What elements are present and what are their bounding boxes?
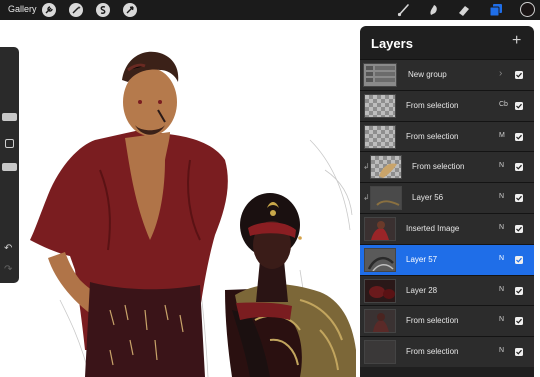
layer-thumbnail [364,93,396,118]
layer-thumbnail [364,124,396,149]
clipping-mask-icon: ↲ [363,162,370,172]
layer-thumbnail [364,340,396,365]
layer-row[interactable]: From selection M [360,120,534,152]
undo-icon[interactable]: ↶ [4,243,12,254]
redo-icon[interactable]: ↷ [4,264,12,275]
blend-mode-label[interactable]: N [499,286,504,293]
eraser-icon[interactable] [456,2,472,18]
blend-mode-label[interactable]: N [499,162,504,169]
layer-visibility-checkbox[interactable] [515,255,523,264]
layer-row[interactable]: From selection Cb [360,89,534,121]
layer-name: Layer 57 [406,254,438,264]
top-toolbar: Gallery [0,0,540,20]
layer-thumbnail [364,247,396,272]
layer-thumbnail [363,63,397,87]
left-sidebar: ↶ ↷ [0,47,19,283]
blend-mode-label[interactable]: N [499,316,504,323]
layer-row[interactable]: From selection N [360,305,534,337]
blend-mode-label[interactable]: N [499,193,504,200]
transform-icon[interactable] [123,3,137,17]
blend-mode-label[interactable]: Cb [499,101,508,108]
smudge-icon[interactable] [426,2,442,18]
layer-thumbnail [364,216,396,241]
layer-visibility-checkbox[interactable] [515,317,523,326]
layer-visibility-checkbox[interactable] [515,194,523,203]
layer-name: Inserted Image [406,223,460,233]
layer-visibility-checkbox[interactable] [515,224,523,233]
layers-panel: Layers + New group › From selection Cb F… [360,26,534,377]
layer-name: Layer 28 [406,285,438,295]
layer-visibility-checkbox[interactable] [515,71,523,79]
clipping-mask-icon: ↲ [363,193,370,203]
blend-mode-label[interactable]: N [499,255,504,262]
layer-visibility-checkbox[interactable] [515,348,523,357]
layer-name: Layer 56 [412,193,444,203]
layer-row-selected[interactable]: Layer 57 N [360,243,534,275]
blend-mode-label[interactable]: M [499,132,505,139]
add-layer-button[interactable]: + [512,32,521,50]
layer-thumbnail [370,186,402,211]
layer-thumbnail [370,155,402,180]
opacity-slider[interactable] [2,163,17,171]
layer-visibility-checkbox[interactable] [515,163,523,172]
layer-name: New group [408,70,447,79]
layers-list: New group › From selection Cb From selec… [360,59,534,367]
magic-wand-icon[interactable] [69,3,83,17]
color-swatch[interactable] [520,2,535,17]
blend-mode-label[interactable]: N [499,347,504,354]
layer-thumbnail [364,309,396,334]
layer-thumbnail [364,278,396,303]
layer-name: From selection [412,162,465,172]
layer-name: From selection [406,347,459,357]
chevron-right-icon[interactable]: › [499,68,502,79]
selection-icon[interactable] [96,3,110,17]
layer-row-new-group[interactable]: New group › [360,59,534,90]
layer-visibility-checkbox[interactable] [515,132,523,141]
brush-icon[interactable] [396,2,412,18]
layer-row[interactable]: From selection N [360,336,534,367]
layer-name: From selection [406,131,459,141]
layer-row[interactable]: ↲ From selection N [360,151,534,183]
brush-size-slider[interactable] [2,113,17,121]
gallery-button[interactable]: Gallery [8,4,37,14]
layer-name: From selection [406,100,459,110]
modify-square-button[interactable] [5,139,14,148]
layer-row[interactable]: Layer 28 N [360,274,534,306]
layers-icon[interactable] [488,2,504,18]
layer-visibility-checkbox[interactable] [515,101,523,110]
layer-name: From selection [406,316,459,326]
layers-panel-title: Layers [371,36,413,51]
layer-row[interactable]: ↲ Layer 56 N [360,182,534,213]
layer-row[interactable]: Inserted Image N [360,212,534,244]
layer-visibility-checkbox[interactable] [515,286,523,295]
blend-mode-label[interactable]: N [499,224,504,231]
wrench-icon[interactable] [42,3,56,17]
